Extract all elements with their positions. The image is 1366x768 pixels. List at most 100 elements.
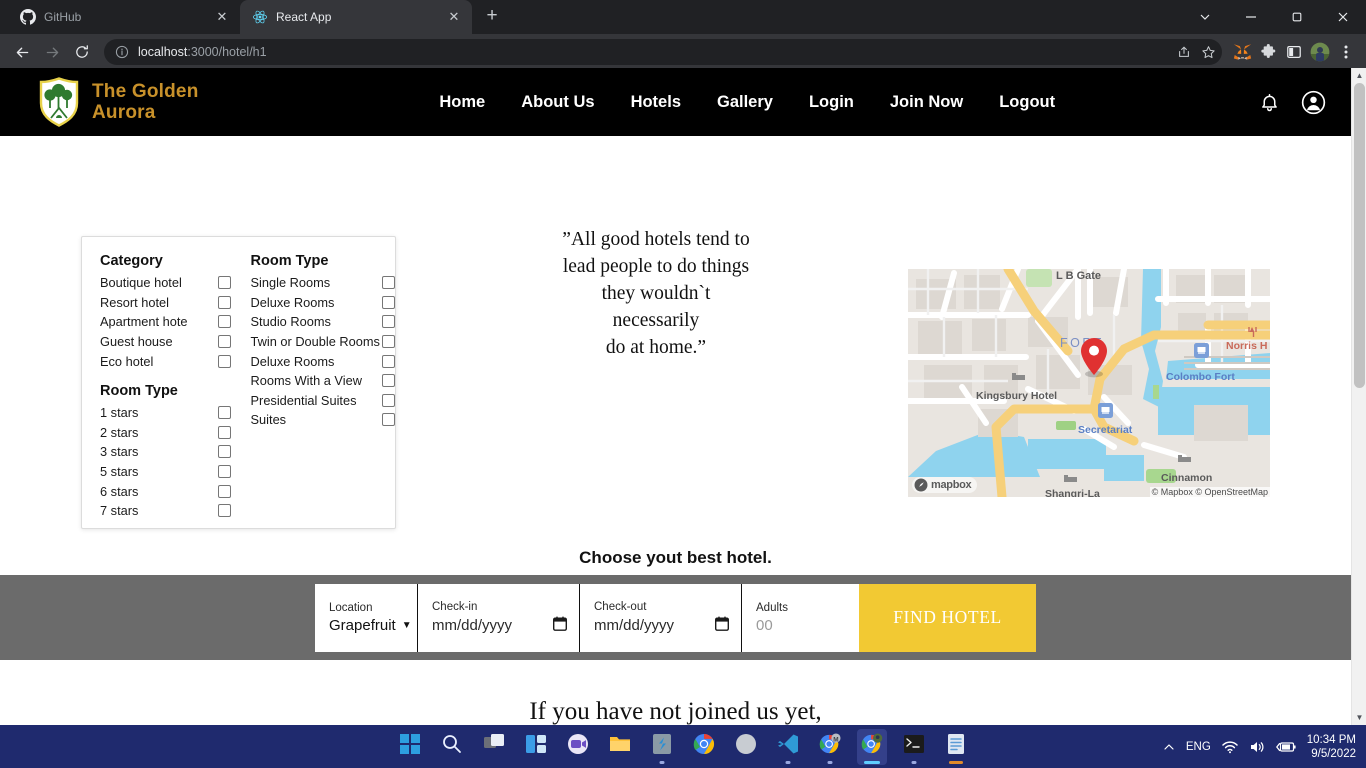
wifi-icon[interactable] — [1222, 740, 1238, 754]
new-tab-button[interactable]: + — [478, 3, 506, 31]
nav-link-join-now[interactable]: Join Now — [890, 93, 963, 112]
filter-checkbox[interactable] — [217, 315, 231, 329]
chrome-menu-icon[interactable] — [1334, 40, 1358, 64]
taskbar-clock[interactable]: 10:34 PM 9/5/2022 — [1307, 733, 1360, 761]
share-icon[interactable] — [1176, 44, 1192, 60]
filter-row[interactable]: Apartment hote — [100, 312, 231, 332]
nav-link-logout[interactable]: Logout — [999, 93, 1055, 112]
minimize-icon[interactable] — [1228, 0, 1274, 34]
close-icon[interactable] — [1320, 0, 1366, 34]
chevron-up-icon[interactable] — [1163, 741, 1175, 753]
vscode-icon[interactable] — [773, 729, 803, 765]
chrome-metamask-icon[interactable]: M — [815, 729, 845, 765]
filter-row[interactable]: 2 stars — [100, 423, 231, 443]
location-field[interactable]: Location Grapefruit ▼ — [315, 583, 418, 652]
tab-github[interactable]: GitHub ✕ — [8, 0, 240, 34]
location-map[interactable]: L B Gate FORT Norris H Colombo Fort King… — [908, 269, 1270, 497]
mapbox-logo[interactable]: mapbox — [912, 477, 978, 493]
nav-link-home[interactable]: Home — [439, 93, 485, 112]
filter-checkbox[interactable] — [217, 335, 231, 349]
extensions-puzzle-icon[interactable] — [1256, 40, 1280, 64]
account-circle-icon[interactable] — [1300, 89, 1326, 115]
filter-row[interactable]: 3 stars — [100, 442, 231, 462]
find-hotel-button[interactable]: FIND HOTEL — [859, 583, 1036, 652]
task-view-icon[interactable] — [479, 729, 509, 765]
search-icon[interactable] — [437, 729, 467, 765]
language-indicator[interactable]: ENG — [1186, 741, 1211, 753]
start-icon[interactable] — [395, 729, 425, 765]
filter-row[interactable]: Eco hotel — [100, 351, 231, 371]
filter-row[interactable]: 7 stars — [100, 501, 231, 521]
address-bar[interactable]: localhost:3000/hotel/h1 — [104, 39, 1222, 65]
tab-react-app[interactable]: React App ✕ — [240, 0, 472, 34]
filter-row[interactable]: Single Rooms — [251, 273, 395, 293]
filter-checkbox[interactable] — [217, 465, 231, 479]
battery-charging-icon[interactable] — [1275, 740, 1296, 754]
forward-arrow-icon[interactable] — [38, 38, 66, 66]
filter-checkbox[interactable] — [382, 393, 395, 407]
filter-row[interactable]: 6 stars — [100, 481, 231, 501]
scroll-up-arrow-icon[interactable]: ▲ — [1352, 68, 1366, 83]
filter-row[interactable]: Boutique hotel — [100, 273, 231, 293]
nav-link-login[interactable]: Login — [809, 93, 854, 112]
checkout-field[interactable]: Check-out mm/dd/yyyy — [580, 583, 742, 652]
filter-row[interactable]: Deluxe Rooms — [251, 293, 395, 313]
filter-checkbox[interactable] — [217, 484, 231, 498]
file-explorer-icon[interactable] — [605, 729, 635, 765]
notes-app-icon[interactable] — [647, 729, 677, 765]
filter-checkbox[interactable] — [382, 374, 395, 388]
close-icon[interactable]: ✕ — [446, 9, 462, 25]
filter-checkbox[interactable] — [217, 295, 231, 309]
filter-checkbox[interactable] — [217, 504, 231, 518]
close-icon[interactable]: ✕ — [214, 9, 230, 25]
star-icon[interactable] — [1200, 44, 1216, 60]
filter-checkbox[interactable] — [217, 425, 231, 439]
filter-row[interactable]: Resort hotel — [100, 293, 231, 313]
adults-field[interactable]: Adults 00 — [742, 584, 859, 652]
chrome-active-icon[interactable] — [857, 728, 887, 765]
nav-link-hotels[interactable]: Hotels — [631, 93, 681, 112]
filter-checkbox[interactable] — [217, 276, 231, 290]
filter-row[interactable]: Twin or Double Rooms — [251, 332, 395, 352]
filter-checkbox[interactable] — [382, 413, 395, 427]
filter-row[interactable]: 1 stars — [100, 403, 231, 423]
site-logo[interactable]: The Golden Aurora — [36, 77, 199, 127]
nav-link-gallery[interactable]: Gallery — [717, 93, 773, 112]
reload-icon[interactable] — [68, 38, 96, 66]
moon-app-icon[interactable] — [731, 729, 761, 765]
filter-checkbox[interactable] — [382, 295, 395, 309]
location-pin-icon[interactable] — [1078, 337, 1110, 379]
terminal-icon[interactable] — [899, 729, 929, 765]
checkin-field[interactable]: Check-in mm/dd/yyyy — [418, 583, 580, 652]
back-arrow-icon[interactable] — [8, 38, 36, 66]
widgets-icon[interactable] — [521, 729, 551, 765]
location-select[interactable]: Grapefruit ▼ — [329, 617, 412, 634]
teams-icon[interactable] — [563, 729, 593, 765]
filter-row[interactable]: Presidential Suites — [251, 391, 395, 411]
bell-icon[interactable] — [1256, 89, 1282, 115]
maximize-icon[interactable] — [1274, 0, 1320, 34]
filter-checkbox[interactable] — [382, 276, 395, 290]
notepad-icon[interactable] — [941, 729, 971, 765]
checkout-date-input[interactable]: mm/dd/yyyy — [594, 616, 730, 635]
scrollbar-thumb[interactable] — [1354, 83, 1365, 388]
filter-row[interactable]: Rooms With a View — [251, 371, 395, 391]
filter-checkbox[interactable] — [217, 406, 231, 420]
filter-checkbox[interactable] — [217, 354, 231, 368]
calendar-icon[interactable] — [552, 616, 568, 635]
checkin-date-input[interactable]: mm/dd/yyyy — [432, 616, 568, 635]
adults-input[interactable]: 00 — [756, 617, 847, 634]
side-panel-icon[interactable] — [1282, 40, 1306, 64]
filter-checkbox[interactable] — [217, 445, 231, 459]
filter-checkbox[interactable] — [382, 335, 395, 349]
metamask-icon[interactable] — [1230, 40, 1254, 64]
volume-icon[interactable] — [1249, 740, 1265, 754]
scroll-down-arrow-icon[interactable]: ▼ — [1352, 710, 1366, 725]
filter-checkbox[interactable] — [382, 315, 395, 329]
site-info-icon[interactable] — [114, 44, 130, 60]
nav-link-about-us[interactable]: About Us — [521, 93, 594, 112]
calendar-icon[interactable] — [714, 616, 730, 635]
chrome-icon[interactable] — [689, 729, 719, 765]
filter-checkbox[interactable] — [382, 354, 395, 368]
filter-row[interactable]: Studio Rooms — [251, 312, 395, 332]
